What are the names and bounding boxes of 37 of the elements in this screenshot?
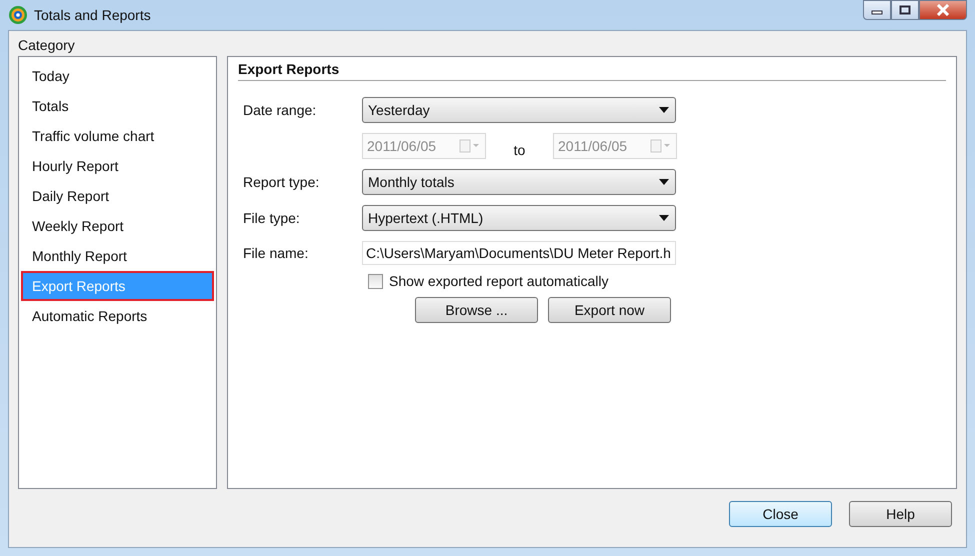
dropdown-arrow-icon (659, 215, 669, 221)
to-label: to (512, 142, 526, 158)
category-item[interactable]: Monthly Report (21, 241, 214, 271)
category-label: Category (18, 37, 75, 53)
category-item[interactable]: Hourly Report (21, 151, 214, 181)
report-type-dropdown[interactable]: Monthly totals (362, 169, 676, 195)
maximize-icon (899, 5, 911, 15)
field-label: Report type: (242, 174, 320, 190)
action-button[interactable]: Browse ... (415, 297, 538, 323)
window-title: Totals and Reports (34, 7, 151, 23)
minimize-button[interactable] (863, 0, 891, 20)
action-button[interactable]: Export now (548, 297, 671, 323)
close-button[interactable] (919, 0, 967, 20)
category-item[interactable]: Daily Report (21, 181, 214, 211)
app-logo-icon (8, 5, 28, 25)
dropdown-arrow-icon (659, 107, 669, 113)
dialog-button[interactable]: Close (729, 501, 832, 527)
dropdown-arrow-icon (659, 179, 669, 185)
category-item[interactable]: Weekly Report (21, 211, 214, 241)
category-item[interactable]: Totals (21, 91, 214, 121)
date-range-dropdown[interactable]: Yesterday (362, 97, 676, 123)
calendar-icon (650, 139, 672, 153)
panel-title: Export Reports (238, 61, 946, 81)
field-label: Date range: (242, 102, 318, 118)
file-type-dropdown[interactable]: Hypertext (.HTML) (362, 205, 676, 231)
field-label: File type: (242, 210, 301, 226)
category-item[interactable]: Today (21, 61, 214, 91)
field-label: File name: (242, 245, 310, 261)
category-item[interactable]: Traffic volume chart (21, 121, 214, 151)
close-icon (936, 4, 950, 16)
checkbox[interactable] (368, 274, 383, 288)
calendar-icon (459, 139, 481, 153)
maximize-button[interactable] (891, 0, 919, 20)
dialog-button[interactable]: Help (849, 501, 952, 527)
checkbox-label: Show exported report automatically (389, 273, 608, 289)
file-name-field[interactable]: C:\Users\Maryam\Documents\DU Meter Report.h (362, 241, 676, 265)
category-item[interactable]: Automatic Reports (21, 301, 214, 331)
